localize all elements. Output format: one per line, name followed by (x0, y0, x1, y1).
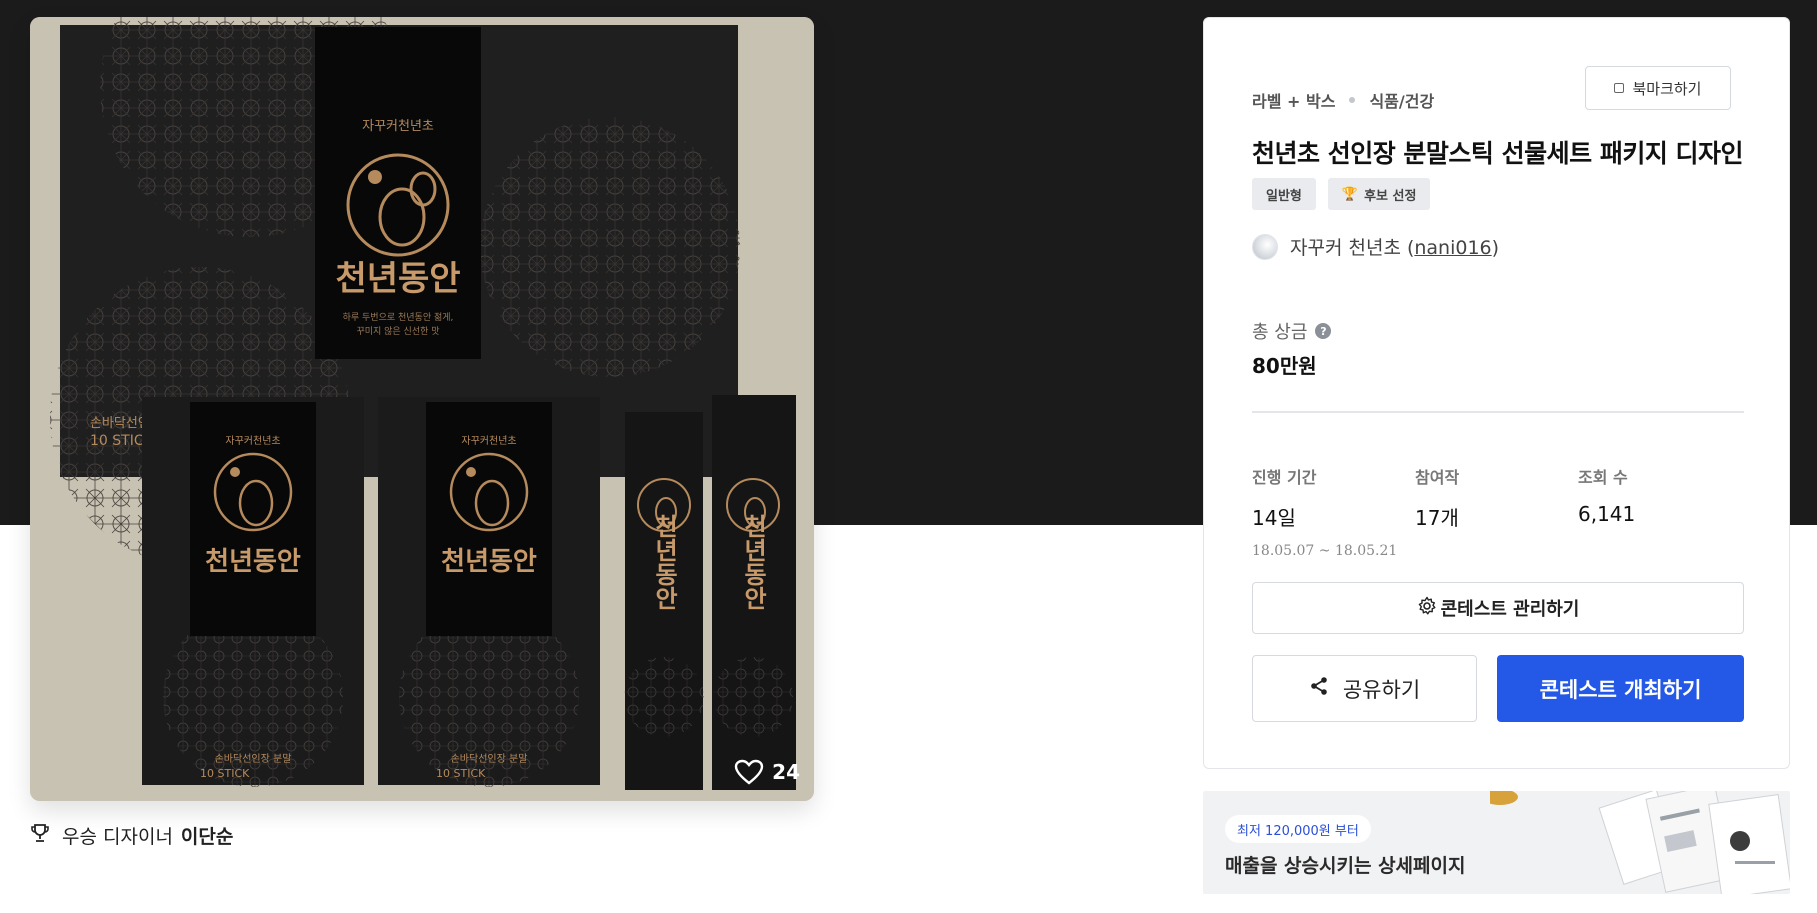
ad-banner[interactable]: 최저 120,000원 부터 매출을 상승시키는 상세페이지 (1203, 791, 1790, 894)
winner-designer: 우승 디자이너 이단순 (30, 822, 233, 849)
svg-text:천년동안: 천년동안 (441, 547, 537, 577)
trophy-icon (30, 823, 50, 848)
bookmark-icon (1614, 83, 1625, 93)
divider (1252, 411, 1744, 413)
prize-value: 80만원 (1252, 354, 1317, 378)
avatar (1252, 233, 1278, 260)
trophy-icon: 🏆 (1341, 186, 1359, 202)
host-contest-button[interactable]: 콘테스트 개최하기 (1497, 655, 1744, 722)
winning-design-image[interactable]: 자꾸커천년초 천년동안 하루 두번으로 천년동안 젊게, 꾸미지 않은 신선한 … (30, 17, 814, 801)
tag-status: 🏆 후보 선정 (1327, 178, 1431, 210)
bookmark-button[interactable]: 북마크하기 (1585, 66, 1731, 110)
breadcrumb-separator (1349, 97, 1356, 103)
breadcrumb-item[interactable]: 식품/건강 (1369, 88, 1434, 112)
winner-label: 우승 디자이너 (62, 826, 173, 848)
contest-title: 천년초 선인장 분말스틱 선물세트 패키지 디자인 (1252, 139, 1744, 168)
contest-info-panel: 북마크하기 라벨 + 박스 식품/건강 천년초 선인장 분말스틱 선물세트 패키… (1203, 17, 1790, 769)
stat-views: 조회 수 6,141 (1578, 468, 1636, 526)
heart-icon (734, 759, 764, 785)
stat-entries: 참여작 17개 (1415, 468, 1460, 530)
contest-tags: 일반형 🏆 후보 선정 (1252, 178, 1431, 210)
ad-mockup-image (1490, 791, 1790, 894)
ad-headline: 매출을 상승시키는 상세페이지 (1225, 855, 1466, 877)
ad-price-pill: 최저 120,000원 부터 (1225, 815, 1371, 843)
winner-name[interactable]: 이단순 (181, 822, 233, 849)
manage-contest-button[interactable]: 콘테스트 관리하기 (1252, 582, 1744, 634)
svg-text:10 STICK: 10 STICK (436, 767, 486, 780)
client-name: 자꾸커 천년초 (nani016) (1290, 237, 1500, 259)
contest-detail-page: 자꾸커천년초 천년동안 하루 두번으로 천년동안 젊게, 꾸미지 않은 신선한 … (0, 0, 1817, 913)
prize-label: 총 상금 ? (1252, 318, 1332, 344)
svg-text:자꾸커천년초: 자꾸커천년초 (461, 435, 516, 447)
share-icon (1309, 676, 1329, 701)
svg-text:손바닥선인장 분말: 손바닥선인장 분말 (215, 753, 292, 765)
svg-text:손바닥선인장 분말: 손바닥선인장 분말 (451, 753, 528, 765)
brand-text: 자꾸커천년초 (362, 119, 434, 134)
like-count: 24 (772, 760, 800, 784)
svg-text:천년동안: 천년동안 (205, 547, 301, 577)
svg-text:천년동안: 천년동안 (739, 514, 767, 610)
product-name: 천년동안 (335, 259, 460, 299)
stat-duration: 진행 기간 14일 18.05.07 ~ 18.05.21 (1252, 468, 1398, 559)
breadcrumb-item[interactable]: 라벨 + 박스 (1252, 88, 1335, 112)
svg-text:자꾸커천년초: 자꾸커천년초 (225, 435, 280, 447)
svg-text:꾸미지 않은 신선한 맛: 꾸미지 않은 신선한 맛 (356, 326, 439, 337)
category-breadcrumb: 라벨 + 박스 식품/건강 (1252, 88, 1434, 112)
client-handle-link[interactable]: nani016 (1414, 237, 1491, 259)
tag-type: 일반형 (1252, 178, 1316, 210)
client-info: 자꾸커 천년초 (nani016) (1252, 233, 1499, 260)
like-button[interactable]: 24 (734, 759, 800, 785)
gear-icon (1417, 596, 1437, 621)
svg-text:10 STICK: 10 STICK (200, 767, 250, 780)
svg-text:하루 두번으로 천년동안 젊게,: 하루 두번으로 천년동안 젊게, (343, 311, 454, 323)
share-button[interactable]: 공유하기 (1252, 655, 1477, 722)
help-icon[interactable]: ? (1315, 323, 1332, 339)
svg-text:천년동안: 천년동안 (650, 514, 678, 610)
package-artwork: 자꾸커천년초 천년동안 하루 두번으로 천년동안 젊게, 꾸미지 않은 신선한 … (30, 17, 814, 801)
